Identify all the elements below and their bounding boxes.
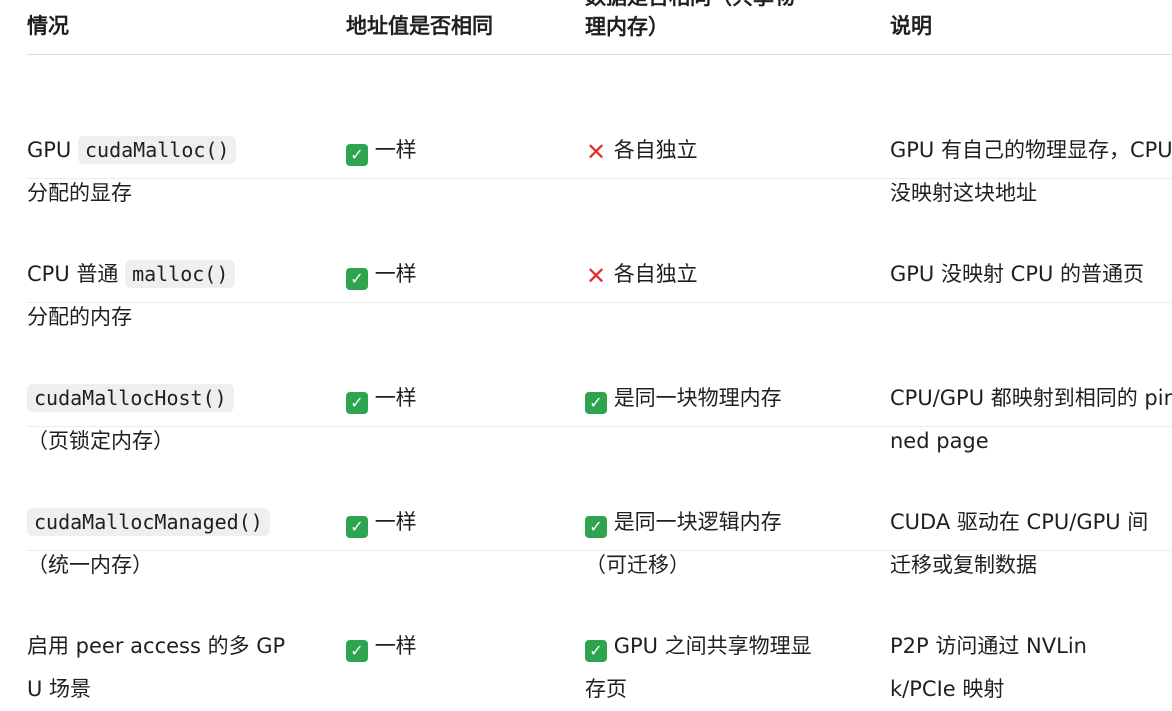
data-text: 各自独立 (613, 138, 698, 162)
check-icon: ✓ (585, 392, 607, 414)
header-case: 情况 (27, 14, 69, 38)
address-text: 一样 (374, 138, 417, 162)
check-icon: ✓ (585, 516, 607, 538)
table-row: cudaMallocManaged() （统一内存） ✓ 一样 ✓ 是同一块逻辑… (27, 427, 1172, 577)
address-cell: ✓ 一样 (346, 129, 566, 172)
data-text: 是同一块物理内存 (613, 386, 782, 410)
header-address-same: 地址值是否相同 (346, 14, 493, 38)
case-code: cudaMallocManaged() (27, 508, 270, 536)
table-row: cudaMallocHost() （页锁定内存） ✓ 一样 ✓ 是同一块物理内存… (27, 303, 1172, 453)
check-icon: ✓ (346, 144, 368, 166)
address-text: 一样 (374, 634, 417, 658)
case-code: cudaMallocHost() (27, 384, 234, 412)
data-cell: ✓ GPU 之间共享物理显存页 (585, 625, 825, 711)
cross-icon: ✕ (585, 138, 607, 166)
data-text: 各自独立 (613, 262, 698, 286)
case-code: malloc() (125, 260, 236, 288)
address-text: 一样 (374, 386, 417, 410)
note-cell: P2P 访问通过 NVLink/PCIe 映射 (890, 634, 1087, 701)
address-cell: ✓ 一样 (346, 253, 566, 296)
check-icon: ✓ (346, 268, 368, 290)
table-row: CPU 普通 malloc() 分配的内存 ✓ 一样 ✕ 各自独立 GPU 没映… (27, 179, 1172, 329)
case-code: cudaMalloc() (77, 136, 237, 164)
data-text: GPU 之间共享物理显存页 (585, 634, 812, 701)
data-cell: ✓ 是同一块物理内存 (585, 377, 855, 420)
check-icon: ✓ (585, 640, 607, 662)
table-header-row: 情况 地址值是否相同 数据是否相同（共享物 理内存） 说明 (27, 0, 1172, 55)
check-icon: ✓ (346, 640, 368, 662)
check-icon: ✓ (346, 392, 368, 414)
header-data-same-line1: 数据是否相同（共享物 (585, 0, 855, 12)
table-row: GPU cudaMalloc() 分配的显存 ✓ 一样 ✕ 各自独立 GPU 有… (27, 55, 1172, 205)
check-icon: ✓ (346, 516, 368, 538)
header-data-same: 数据是否相同（共享物 理内存） (585, 0, 855, 42)
address-cell: ✓ 一样 (346, 501, 566, 544)
address-cell: ✓ 一样 (346, 377, 566, 420)
cross-icon: ✕ (585, 262, 607, 290)
address-text: 一样 (374, 510, 417, 534)
address-cell: ✓ 一样 (346, 625, 566, 668)
case-cell: 启用 peer access 的多 GPU 场景 (27, 634, 286, 701)
address-text: 一样 (374, 262, 417, 286)
data-cell: ✕ 各自独立 (585, 129, 855, 172)
table-row: 启用 peer access 的多 GPU 场景 ✓ 一样 ✓ GPU 之间共享… (27, 551, 1172, 701)
case-prefix: GPU (27, 138, 78, 162)
header-note: 说明 (890, 14, 932, 38)
note-cell: GPU 没映射 CPU 的普通页 (890, 262, 1145, 286)
header-data-same-line2: 理内存） (585, 15, 669, 39)
data-cell: ✕ 各自独立 (585, 253, 855, 296)
comparison-table: 情况 地址值是否相同 数据是否相同（共享物 理内存） 说明 GPU cudaMa… (27, 0, 1172, 701)
case-prefix: CPU 普通 (27, 262, 126, 286)
